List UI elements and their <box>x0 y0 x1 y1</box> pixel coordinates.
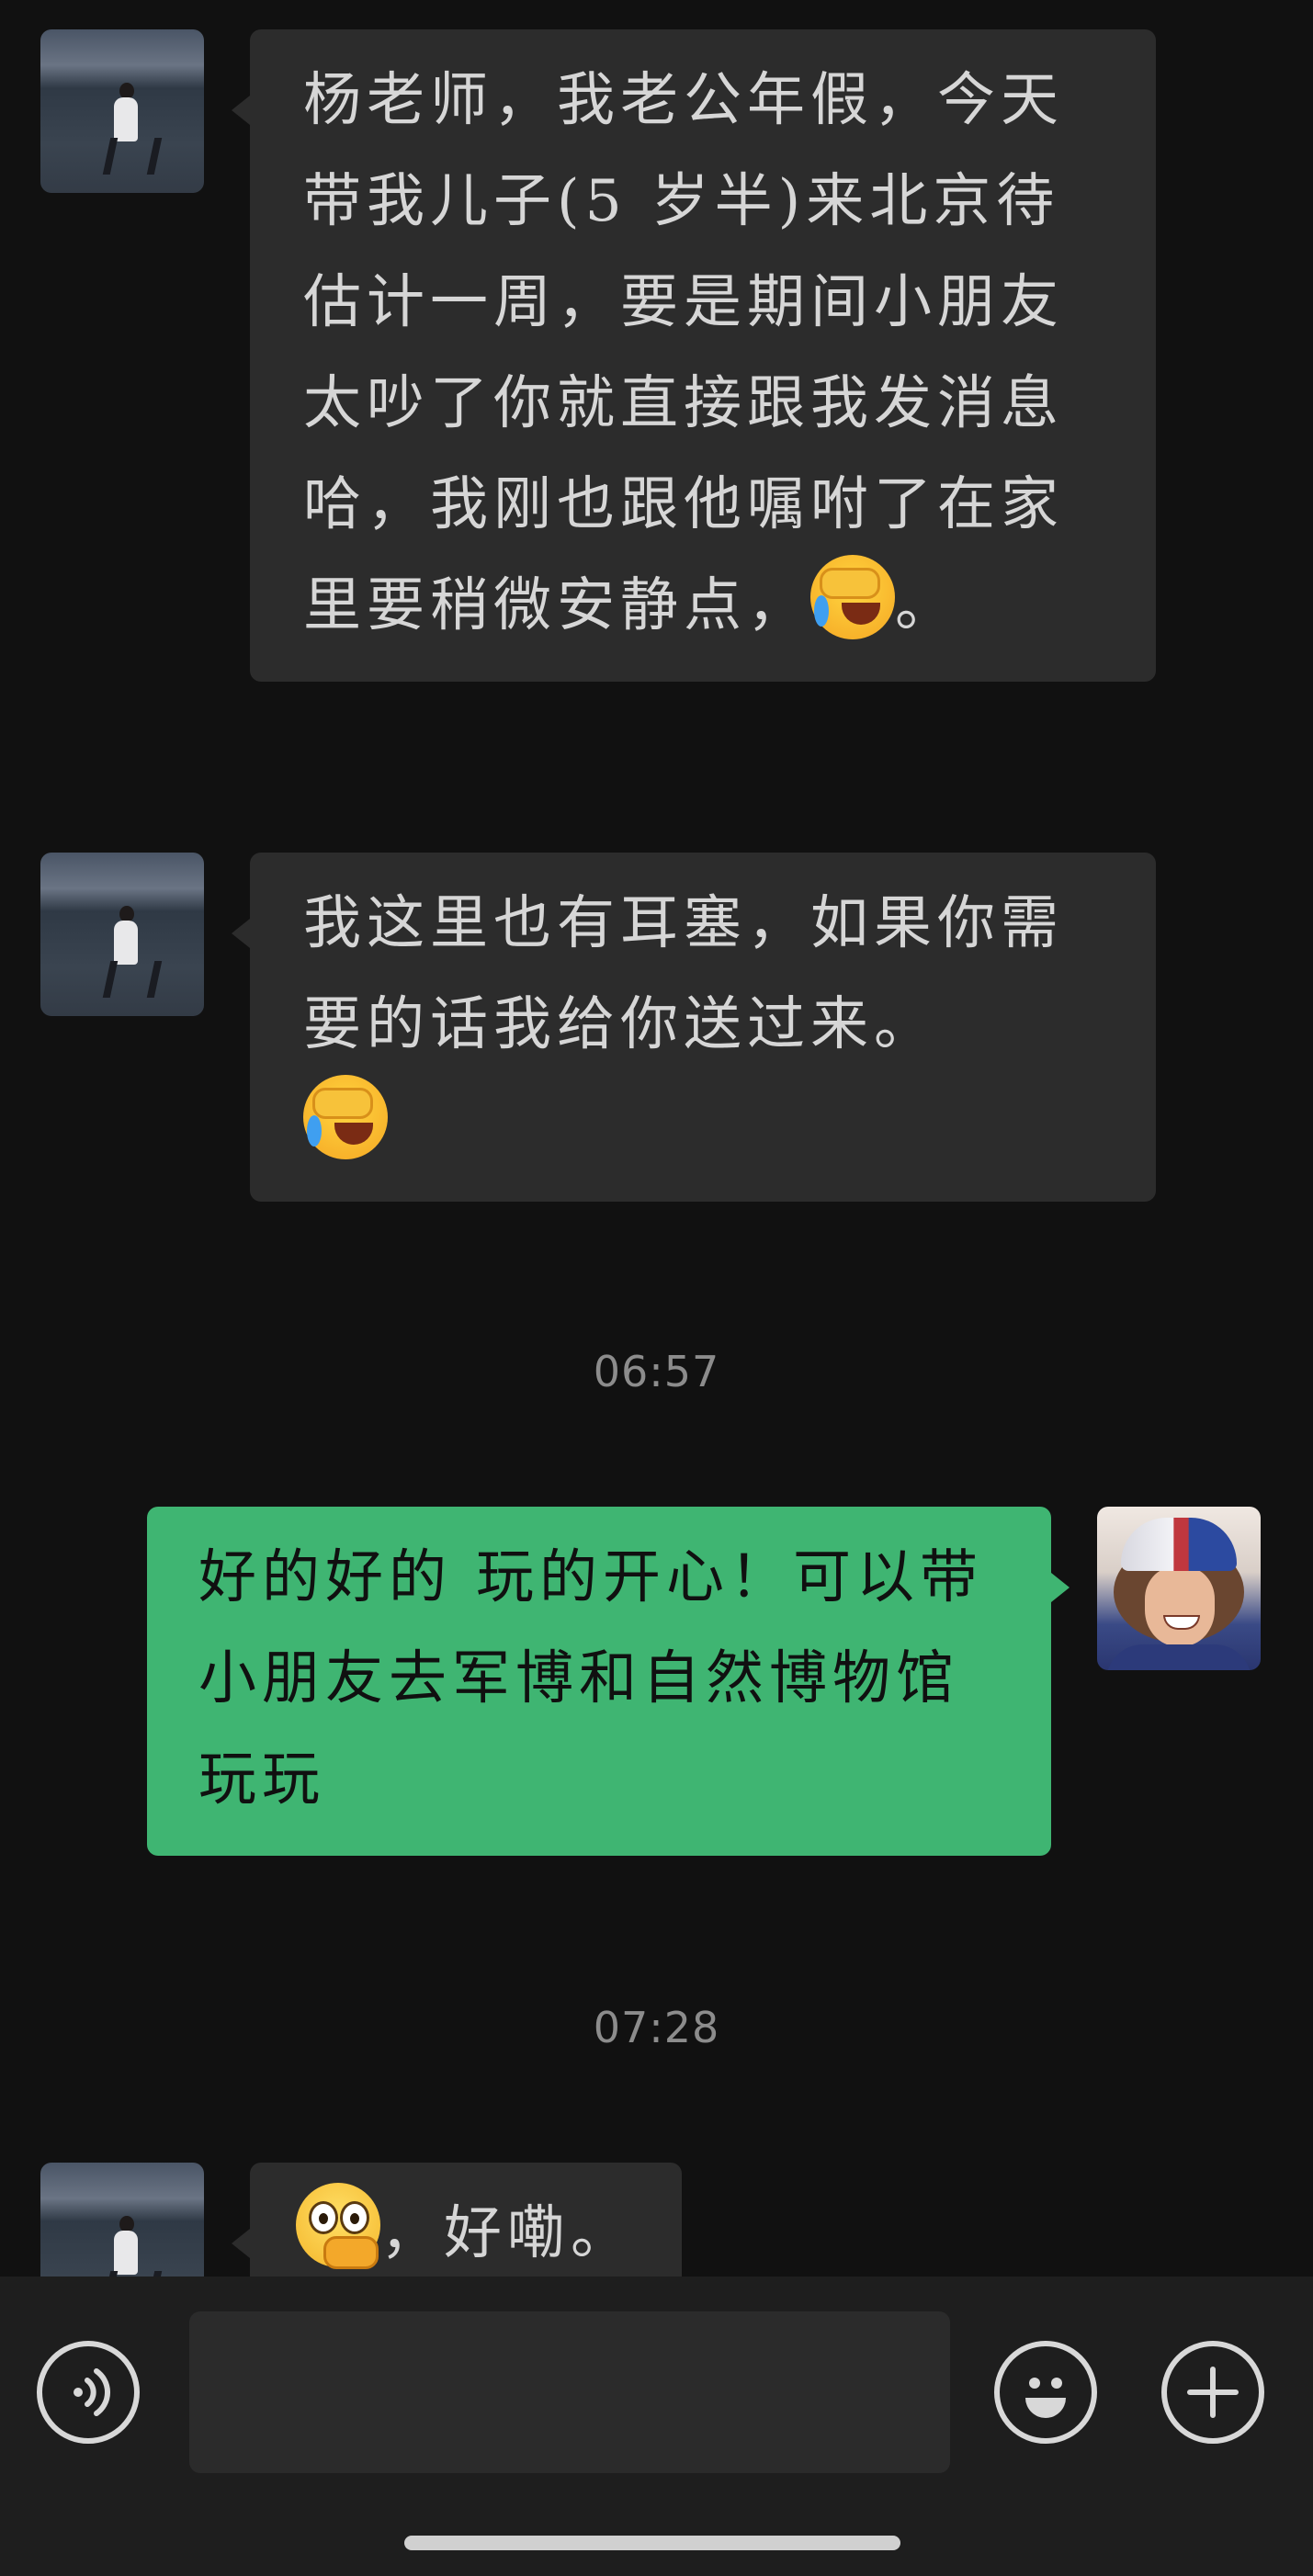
home-indicator[interactable] <box>404 2536 900 2550</box>
message-text: 好的好的 玩的开心！可以带小朋友去军博和自然博物馆玩玩 <box>198 1543 984 1813</box>
incoming-message-bubble[interactable]: 杨老师，我老公年假，今天带我儿子(5 岁半)来北京待估计一周，要是期间小朋友太吵… <box>232 29 1156 682</box>
my-avatar[interactable] <box>1097 1507 1261 1670</box>
message-text: 我这里也有耳塞，如果你需要的话我给你送过来。 <box>303 889 1064 1057</box>
avatar-cap <box>1121 1518 1237 1571</box>
avatar-figure-body <box>114 921 138 965</box>
more-actions-button[interactable] <box>1161 2341 1264 2444</box>
avatar-face <box>1145 1567 1215 1646</box>
loudly-crying-facepalm-emoji-icon <box>303 1075 388 1159</box>
message-suffix: 。 <box>895 571 958 638</box>
voice-input-button[interactable] <box>37 2341 140 2444</box>
message-timestamp: 07:28 <box>593 2003 720 2052</box>
chat-message-list[interactable]: 杨老师，我老公年假，今天带我儿子(5 岁半)来北京待估计一周，要是期间小朋友太吵… <box>0 0 1313 2277</box>
emoji-button[interactable] <box>994 2341 1097 2444</box>
incoming-message-bubble[interactable]: ，好嘞。 <box>232 2163 682 2277</box>
chat-input-bar <box>0 2277 1313 2576</box>
avatar-figure-body <box>114 97 138 141</box>
contact-avatar[interactable] <box>40 29 204 193</box>
thinking-face-emoji-icon <box>296 2183 380 2269</box>
outgoing-message-bubble[interactable]: 好的好的 玩的开心！可以带小朋友去军博和自然博物馆玩玩 <box>147 1507 1070 1856</box>
message-text: 杨老师，我老公年假，今天带我儿子(5 岁半)来北京待估计一周，要是期间小朋友太吵… <box>303 66 1064 638</box>
smiley-icon <box>1025 2378 1066 2418</box>
incoming-message-bubble[interactable]: 我这里也有耳塞，如果你需要的话我给你送过来。 <box>232 853 1156 1202</box>
avatar-figure-legs <box>102 961 163 998</box>
voice-icon <box>74 2368 110 2416</box>
plus-icon <box>1187 2367 1239 2418</box>
message-input[interactable] <box>189 2311 950 2473</box>
message-timestamp: 06:57 <box>593 1347 720 1396</box>
contact-avatar[interactable] <box>40 2163 204 2277</box>
avatar-shirt <box>1106 1644 1251 1670</box>
avatar-figure-body <box>114 2231 138 2275</box>
contact-avatar[interactable] <box>40 853 204 1016</box>
loudly-crying-facepalm-emoji-icon <box>810 555 895 639</box>
avatar-figure-legs <box>102 138 163 175</box>
message-text: ，好嘞。 <box>380 2199 634 2266</box>
